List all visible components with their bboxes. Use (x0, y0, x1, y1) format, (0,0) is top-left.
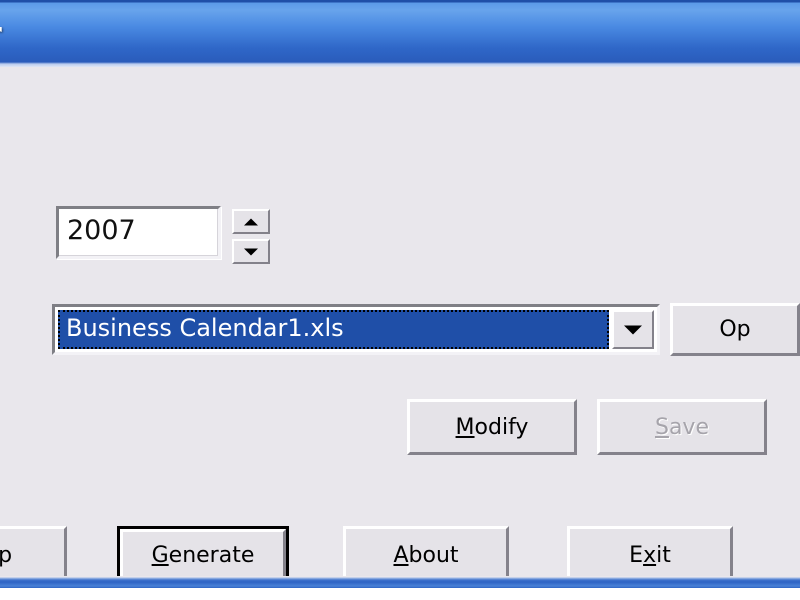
help-button-label: Help (0, 543, 12, 568)
save-button: Save (597, 399, 767, 455)
exit-button-label: Exit (629, 543, 671, 568)
about-button-label: About (393, 543, 458, 568)
window-title: alendar (0, 17, 2, 52)
save-button-accel: S (654, 414, 669, 440)
template-file-selected[interactable]: Business Calendar1.xls (58, 310, 609, 349)
about-button-accel: A (393, 542, 409, 568)
exit-button-accel: x (643, 542, 657, 568)
generate-button-label: Generate (152, 543, 255, 568)
year-input[interactable]: 2007 (56, 206, 221, 259)
save-button-label: Save (655, 415, 709, 440)
generate-button-tail: enerate (168, 542, 255, 568)
year-spinner-down[interactable] (232, 239, 270, 264)
template-file-dropdown-button[interactable] (612, 310, 654, 349)
arrow-up-icon (244, 218, 258, 225)
modify-button-tail: odify (474, 414, 529, 440)
template-file-combobox[interactable]: Business Calendar1.xls (52, 304, 660, 355)
modify-button-label: Modify (456, 415, 529, 440)
save-button-tail: ave (668, 414, 709, 440)
help-button-tail: elp (0, 542, 13, 568)
open-button-label: Op (719, 317, 751, 342)
year-value: 2007 (67, 215, 136, 246)
modify-button[interactable]: Modify (407, 399, 577, 455)
arrow-down-icon (244, 248, 258, 255)
exit-button-tail: it (656, 542, 671, 568)
chevron-down-icon (624, 325, 642, 334)
generate-button-accel: G (151, 542, 169, 568)
exit-button-head: E (629, 542, 644, 568)
title-bar[interactable]: alendar (0, 0, 800, 67)
application-window: alendar 2007 late File: (0, 0, 800, 588)
generate-button-inner: Generate (120, 529, 286, 581)
window-bottom-frame (0, 576, 800, 588)
year-spinner-up[interactable] (232, 209, 270, 234)
modify-button-accel: M (455, 414, 475, 440)
dialog-body: 2007 late File: Business Calendar1.xls (0, 67, 800, 584)
screen: alendar 2007 late File: (0, 0, 800, 600)
about-button-tail: bout (408, 542, 459, 568)
open-button[interactable]: Op (670, 303, 800, 356)
template-file-value: Business Calendar1.xls (66, 314, 344, 342)
